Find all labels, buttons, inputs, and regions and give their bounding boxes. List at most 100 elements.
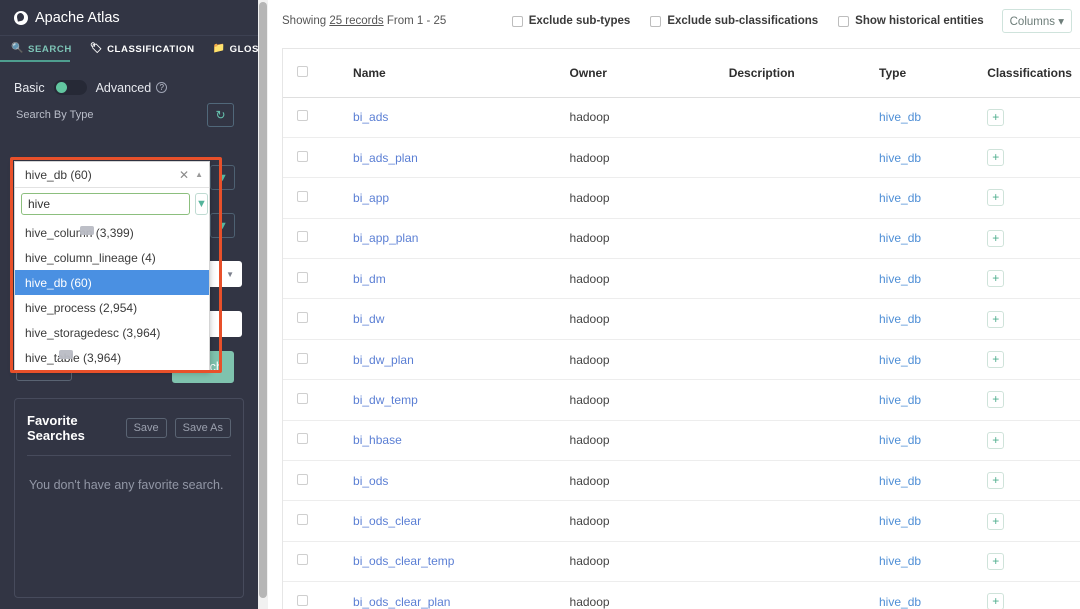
vertical-scrollbar[interactable] bbox=[258, 0, 268, 609]
add-classification-button[interactable]: + bbox=[987, 189, 1004, 206]
row-checkbox[interactable] bbox=[297, 272, 308, 283]
checkbox-box[interactable] bbox=[650, 16, 661, 27]
select-all-checkbox[interactable] bbox=[297, 66, 308, 77]
entity-name-link[interactable]: bi_ods_clear bbox=[353, 514, 421, 528]
row-checkbox[interactable] bbox=[297, 514, 308, 525]
add-classification-button[interactable]: + bbox=[987, 593, 1004, 609]
header-name[interactable]: Name bbox=[339, 49, 556, 97]
cell-type: hive_db bbox=[865, 461, 973, 501]
show-historical-entities-checkbox[interactable]: Show historical entities bbox=[838, 15, 983, 27]
columns-button[interactable]: Columns ▾ bbox=[1002, 9, 1072, 33]
type-link[interactable]: hive_db bbox=[879, 110, 921, 124]
dropdown-option-selected[interactable]: hive_db (60) bbox=[15, 270, 209, 295]
add-classification-button[interactable]: + bbox=[987, 432, 1004, 449]
nav-tab-glossary[interactable]: 📁 GLOSSARY bbox=[204, 36, 258, 62]
row-checkbox[interactable] bbox=[297, 433, 308, 444]
entity-name-link[interactable]: bi_dm bbox=[353, 272, 386, 286]
row-checkbox[interactable] bbox=[297, 353, 308, 364]
entity-name-link[interactable]: bi_app bbox=[353, 191, 389, 205]
header-classifications[interactable]: Classifications bbox=[973, 49, 1080, 97]
row-checkbox[interactable] bbox=[297, 595, 308, 606]
row-checkbox[interactable] bbox=[297, 231, 308, 242]
type-link[interactable]: hive_db bbox=[879, 191, 921, 205]
type-link[interactable]: hive_db bbox=[879, 393, 921, 407]
entity-name-link[interactable]: bi_app_plan bbox=[353, 231, 418, 245]
classification-filter-button[interactable]: ▼ bbox=[210, 213, 235, 238]
add-classification-button[interactable]: + bbox=[987, 230, 1004, 247]
row-checkbox[interactable] bbox=[297, 110, 308, 121]
type-link[interactable]: hive_db bbox=[879, 474, 921, 488]
nav-tab-classification[interactable]: 🏷 CLASSIFICATION bbox=[81, 36, 204, 62]
show-historical-entities-label: Show historical entities bbox=[855, 15, 983, 27]
type-link[interactable]: hive_db bbox=[879, 433, 921, 447]
checkbox-box[interactable] bbox=[838, 16, 849, 27]
type-dropdown[interactable]: hive_db (60) ✕ ▲ ▼ hive_column (3,399) h… bbox=[14, 161, 210, 371]
dropdown-option[interactable]: hive_process (2,954) bbox=[15, 295, 209, 320]
add-classification-button[interactable]: + bbox=[987, 109, 1004, 126]
header-owner[interactable]: Owner bbox=[556, 49, 715, 97]
exclude-sub-classifications-checkbox[interactable]: Exclude sub-classifications bbox=[650, 15, 818, 27]
add-classification-button[interactable]: + bbox=[987, 391, 1004, 408]
records-count-link[interactable]: 25 records bbox=[329, 15, 383, 27]
dropdown-option[interactable]: hive_storagedesc (3,964) bbox=[15, 320, 209, 345]
row-select-cell bbox=[283, 339, 339, 379]
checkbox-box[interactable] bbox=[512, 16, 523, 27]
add-classification-button[interactable]: + bbox=[987, 472, 1004, 489]
type-link[interactable]: hive_db bbox=[879, 595, 921, 609]
entity-name-link[interactable]: bi_ods_clear_plan bbox=[353, 595, 450, 609]
cell-description bbox=[715, 541, 865, 581]
search-mode-toggle[interactable] bbox=[54, 80, 87, 95]
row-checkbox[interactable] bbox=[297, 474, 308, 485]
cell-classifications: + bbox=[973, 501, 1080, 541]
nav-active-indicator bbox=[0, 60, 70, 62]
mouse-cursor-artifact bbox=[59, 350, 73, 359]
entity-name-link[interactable]: bi_dw bbox=[353, 312, 384, 326]
exclude-sub-types-checkbox[interactable]: Exclude sub-types bbox=[512, 15, 631, 27]
entity-name-link[interactable]: bi_ads_plan bbox=[353, 151, 418, 165]
dropdown-option[interactable]: hive_table (3,964) bbox=[15, 345, 209, 370]
save-button[interactable]: Save bbox=[126, 418, 167, 438]
row-checkbox[interactable] bbox=[297, 554, 308, 565]
cell-owner: hadoop bbox=[556, 582, 715, 609]
entity-name-link[interactable]: bi_dw_plan bbox=[353, 353, 414, 367]
header-type[interactable]: Type bbox=[865, 49, 973, 97]
entity-name-link[interactable]: bi_hbase bbox=[353, 433, 402, 447]
add-classification-button[interactable]: + bbox=[987, 553, 1004, 570]
chevron-up-icon[interactable]: ▲ bbox=[195, 170, 203, 179]
type-link[interactable]: hive_db bbox=[879, 151, 921, 165]
type-dropdown-filter-button[interactable]: ▼ bbox=[195, 193, 208, 215]
entity-name-link[interactable]: bi_ods_clear_temp bbox=[353, 554, 454, 568]
entity-name-link[interactable]: bi_ods bbox=[353, 474, 388, 488]
scrollbar-thumb[interactable] bbox=[259, 2, 267, 598]
type-link[interactable]: hive_db bbox=[879, 312, 921, 326]
type-link[interactable]: hive_db bbox=[879, 272, 921, 286]
row-checkbox[interactable] bbox=[297, 191, 308, 202]
type-link[interactable]: hive_db bbox=[879, 514, 921, 528]
close-icon[interactable]: ✕ bbox=[179, 168, 189, 182]
add-classification-button[interactable]: + bbox=[987, 270, 1004, 287]
header-description[interactable]: Description bbox=[715, 49, 865, 97]
row-checkbox[interactable] bbox=[297, 312, 308, 323]
question-circle-icon[interactable]: ? bbox=[156, 82, 167, 93]
table-row: bi_dwhadoophive_db++ bbox=[283, 299, 1080, 339]
row-select-cell bbox=[283, 461, 339, 501]
add-classification-button[interactable]: + bbox=[987, 351, 1004, 368]
entity-name-link[interactable]: bi_ads bbox=[353, 110, 388, 124]
type-filter-button[interactable]: ▼ bbox=[210, 165, 235, 190]
entity-name-link[interactable]: bi_dw_temp bbox=[353, 393, 418, 407]
type-dropdown-selected[interactable]: hive_db (60) ✕ ▲ bbox=[15, 162, 209, 188]
add-classification-button[interactable]: + bbox=[987, 311, 1004, 328]
nav-tab-search[interactable]: 🔍 SEARCH bbox=[2, 36, 81, 62]
type-link[interactable]: hive_db bbox=[879, 231, 921, 245]
row-checkbox[interactable] bbox=[297, 151, 308, 162]
add-classification-button[interactable]: + bbox=[987, 513, 1004, 530]
add-classification-button[interactable]: + bbox=[987, 149, 1004, 166]
dropdown-option[interactable]: hive_column (3,399) bbox=[15, 220, 209, 245]
type-link[interactable]: hive_db bbox=[879, 554, 921, 568]
type-link[interactable]: hive_db bbox=[879, 353, 921, 367]
dropdown-option[interactable]: hive_column_lineage (4) bbox=[15, 245, 209, 270]
refresh-button[interactable]: ↻ bbox=[207, 103, 234, 127]
row-checkbox[interactable] bbox=[297, 393, 308, 404]
save-as-button[interactable]: Save As bbox=[175, 418, 231, 438]
type-dropdown-search-input[interactable] bbox=[21, 193, 190, 215]
